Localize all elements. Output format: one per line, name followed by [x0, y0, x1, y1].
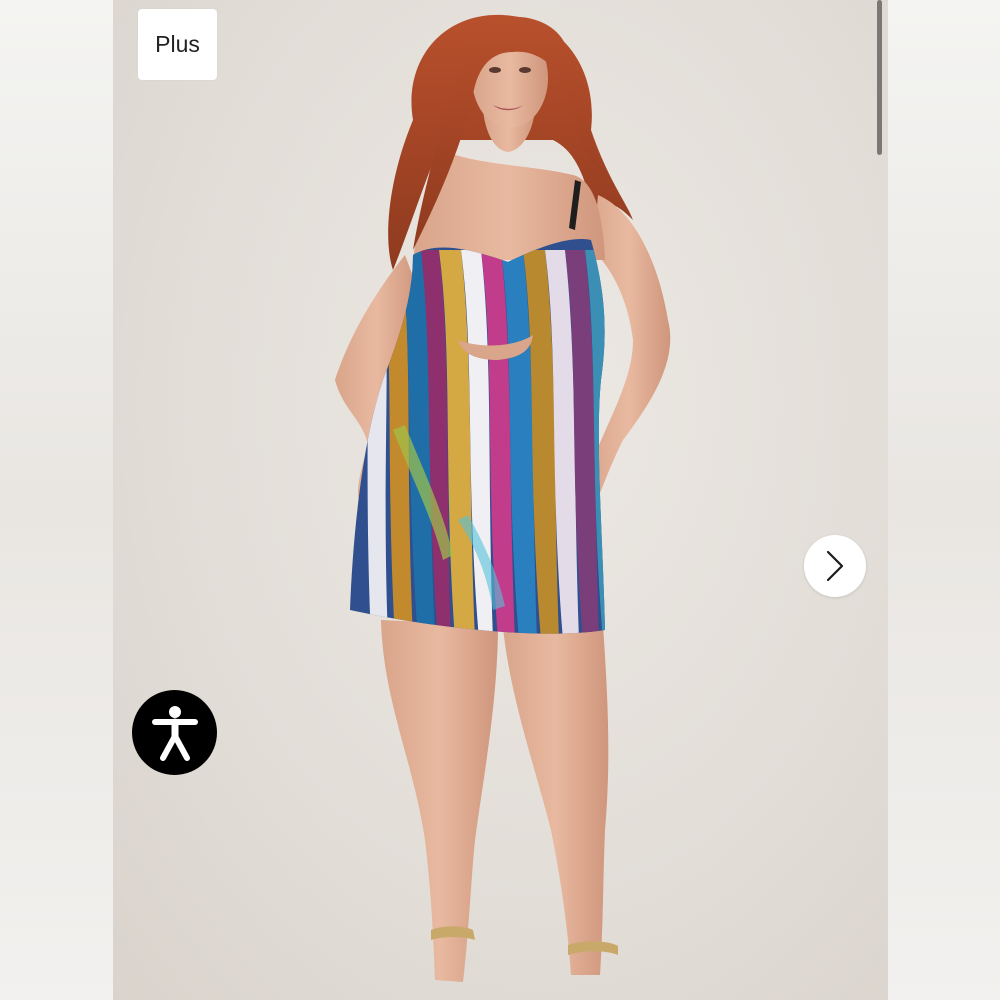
- chevron-right-icon: [826, 550, 844, 582]
- badge-label: Plus: [155, 31, 200, 57]
- plus-size-badge: Plus: [138, 9, 217, 80]
- image-gallery[interactable]: [113, 0, 888, 1000]
- accessibility-person-icon: [151, 705, 198, 761]
- next-image-button[interactable]: [804, 535, 866, 597]
- left-margin: [0, 0, 113, 1000]
- product-image-viewer-page: Plus: [0, 0, 1000, 1000]
- right-margin: [888, 0, 1000, 1000]
- vertical-scrollbar[interactable]: [877, 0, 882, 155]
- accessibility-button[interactable]: [132, 690, 217, 775]
- product-photo: [335, 14, 671, 982]
